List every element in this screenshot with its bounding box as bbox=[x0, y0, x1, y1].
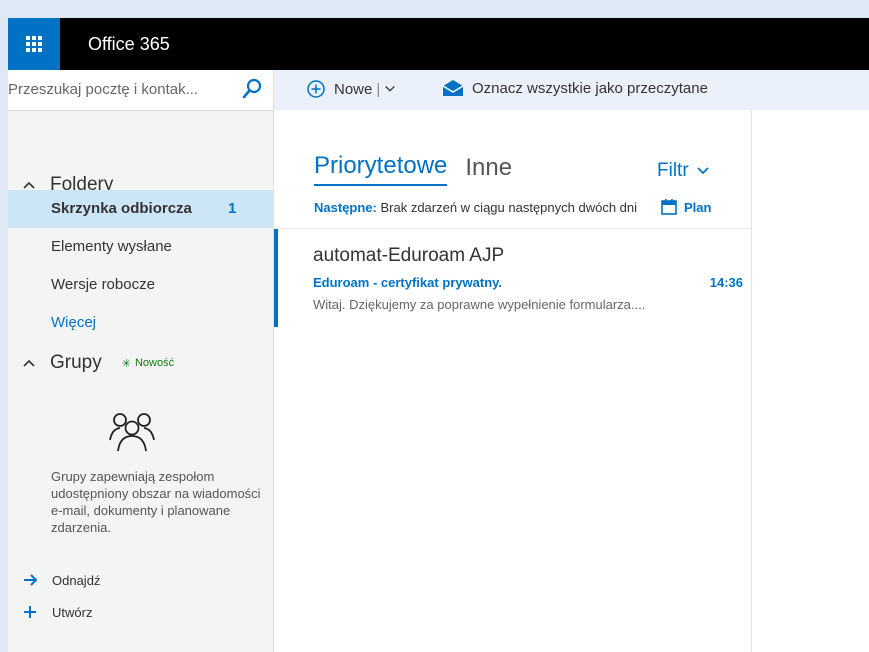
plus-icon bbox=[24, 606, 36, 618]
find-group-label: Odnajdź bbox=[52, 572, 101, 588]
command-separator: | bbox=[376, 80, 381, 98]
new-badge: ✳ Nowość bbox=[122, 357, 174, 370]
waffle-icon bbox=[26, 36, 42, 52]
folder-drafts[interactable]: Wersje robocze bbox=[8, 266, 273, 304]
command-bar: Nowe | Oznacz wszystkie jako przeczytane bbox=[274, 70, 869, 110]
inbox-tabs: Priorytetowe Inne bbox=[314, 152, 530, 186]
chevron-down-icon[interactable] bbox=[384, 83, 396, 95]
plan-button[interactable]: Plan bbox=[660, 198, 711, 216]
message-list-pane: Priorytetowe Inne Filtr Następne: Brak z… bbox=[274, 110, 752, 652]
tab-focused[interactable]: Priorytetowe bbox=[314, 152, 448, 186]
filter-button[interactable]: Filtr bbox=[657, 160, 709, 182]
create-group-label: Utwórz bbox=[52, 604, 93, 620]
filter-label: Filtr bbox=[657, 160, 689, 181]
sparkle-icon: ✳ bbox=[121, 357, 131, 370]
message-time: 14:36 bbox=[709, 275, 743, 290]
search-icon[interactable] bbox=[242, 78, 262, 100]
groups-header-label: Grupy bbox=[50, 352, 102, 373]
agenda-prefix: Następne: bbox=[314, 200, 377, 215]
new-badge-label: Nowość bbox=[134, 357, 175, 369]
new-message-button[interactable]: Nowe | bbox=[306, 79, 404, 99]
groups-header[interactable]: Grupy ✳ Nowość bbox=[22, 352, 174, 374]
search-box[interactable]: Przeszukaj pocztę i kontak... bbox=[8, 70, 273, 111]
folder-pane: Przeszukaj pocztę i kontak... Foldery Sk… bbox=[8, 70, 274, 652]
folder-label: Wersje robocze bbox=[51, 276, 155, 293]
unread-count: 1 bbox=[228, 200, 237, 217]
app-frame: Office 365 Przeszukaj pocztę i kontak...… bbox=[8, 18, 869, 652]
arrow-right-icon bbox=[24, 574, 38, 586]
open-envelope-icon bbox=[442, 80, 464, 96]
tab-other[interactable]: Inne bbox=[465, 154, 512, 186]
folder-label: Skrzynka odbiorcza bbox=[51, 200, 192, 217]
folder-label: Elementy wysłane bbox=[51, 238, 172, 255]
plus-circle-icon bbox=[307, 80, 325, 98]
groups-description: Grupy zapewniają zespołom udostępniony o… bbox=[51, 469, 261, 535]
mark-all-read-button[interactable]: Oznacz wszystkie jako przeczytane bbox=[442, 79, 708, 97]
chevron-down-icon bbox=[697, 167, 709, 175]
message-preview: Witaj. Dziękujemy za poprawne wypełnieni… bbox=[313, 297, 646, 312]
app-launcher-button[interactable] bbox=[8, 18, 60, 70]
calendar-icon bbox=[661, 199, 677, 215]
find-group-action[interactable]: Odnajdź bbox=[22, 572, 100, 588]
search-input[interactable]: Przeszukaj pocztę i kontak... bbox=[8, 81, 236, 98]
mark-all-read-label: Oznacz wszystkie jako przeczytane bbox=[472, 79, 708, 97]
app-title[interactable]: Office 365 bbox=[88, 18, 170, 70]
message-sender: automat-Eduroam AJP bbox=[313, 245, 505, 266]
folder-inbox[interactable]: Skrzynka odbiorcza 1 bbox=[8, 190, 273, 228]
groups-people-icon bbox=[109, 413, 155, 452]
agenda-bar: Następne: Brak zdarzeń w ciągu następnyc… bbox=[314, 200, 714, 215]
create-group-action[interactable]: Utwórz bbox=[22, 604, 92, 620]
plan-label: Plan bbox=[684, 199, 712, 215]
unread-indicator bbox=[274, 229, 278, 327]
message-list-item[interactable]: automat-Eduroam AJP Eduroam - certyfikat… bbox=[274, 229, 751, 327]
message-subject: Eduroam - certyfikat prywatny. bbox=[313, 275, 503, 290]
more-link-label: Więcej bbox=[51, 314, 97, 331]
new-message-label: Nowe bbox=[334, 80, 373, 98]
top-bar: Office 365 bbox=[8, 18, 869, 70]
chevron-up-icon bbox=[23, 359, 35, 367]
agenda-message: Brak zdarzeń w ciągu następnych dwóch dn… bbox=[380, 200, 638, 215]
folder-sent[interactable]: Elementy wysłane bbox=[8, 228, 273, 266]
folder-more-link[interactable]: Więcej bbox=[8, 304, 273, 342]
